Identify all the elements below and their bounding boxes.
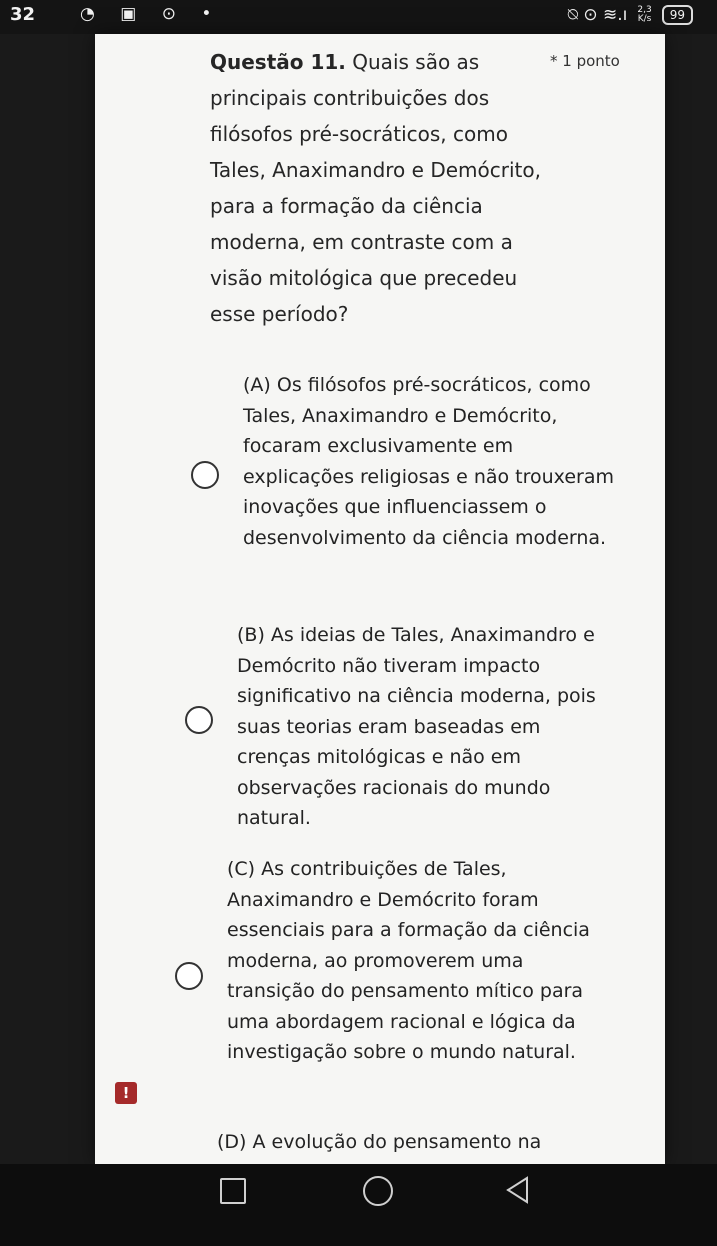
option-c-label: (C) As contribuições de Tales, Anaximand… xyxy=(227,858,590,1063)
radio-option-b[interactable] xyxy=(185,706,213,734)
radio-option-c[interactable] xyxy=(175,962,203,990)
network-speed-unit: K/s xyxy=(637,14,652,24)
status-time: 32 xyxy=(10,4,36,25)
status-right-group: ⍉ ⊙ ≋.ı 2,3 K/s 99 xyxy=(568,5,693,25)
option-b-label: (B) As ideias de Tales, Anaximandro e De… xyxy=(237,624,596,829)
question-points: * 1 ponto xyxy=(550,52,620,70)
question-title: Questão 11. Quais são as principais cont… xyxy=(210,44,550,332)
option-a[interactable]: (A) Os filósofos pré-socráticos, como Ta… xyxy=(95,364,665,594)
back-icon[interactable] xyxy=(505,1176,531,1204)
navigation-bar xyxy=(0,1164,717,1246)
option-b[interactable]: (B) As ideias de Tales, Anaximandro e De… xyxy=(95,614,665,844)
battery-icon: 99 xyxy=(661,5,693,25)
option-c[interactable]: (C) As contribuições de Tales, Anaximand… xyxy=(95,844,665,1104)
question-number: Questão 11. xyxy=(210,50,346,74)
recent-apps-icon[interactable] xyxy=(220,1178,246,1204)
network-speed: 2,3 K/s xyxy=(637,6,651,24)
warning-icon: ! xyxy=(115,1082,137,1104)
option-d-label: (D) A evolução do pensamento na xyxy=(217,1131,542,1153)
system-icons: ⍉ ⊙ ≋.ı xyxy=(567,5,628,25)
question-text: Quais são as principais contribuições do… xyxy=(210,50,541,326)
status-bar: 32 ◔ ▣ ⊙ • ⍉ ⊙ ≋.ı 2,3 K/s 99 xyxy=(0,0,717,34)
option-a-label: (A) Os filósofos pré-socráticos, como Ta… xyxy=(243,374,614,549)
notification-icons: ◔ ▣ ⊙ • xyxy=(80,4,222,24)
home-icon[interactable] xyxy=(363,1176,393,1206)
question-card: Questão 11. Quais são as principais cont… xyxy=(95,34,665,1164)
radio-option-a[interactable] xyxy=(191,461,219,489)
